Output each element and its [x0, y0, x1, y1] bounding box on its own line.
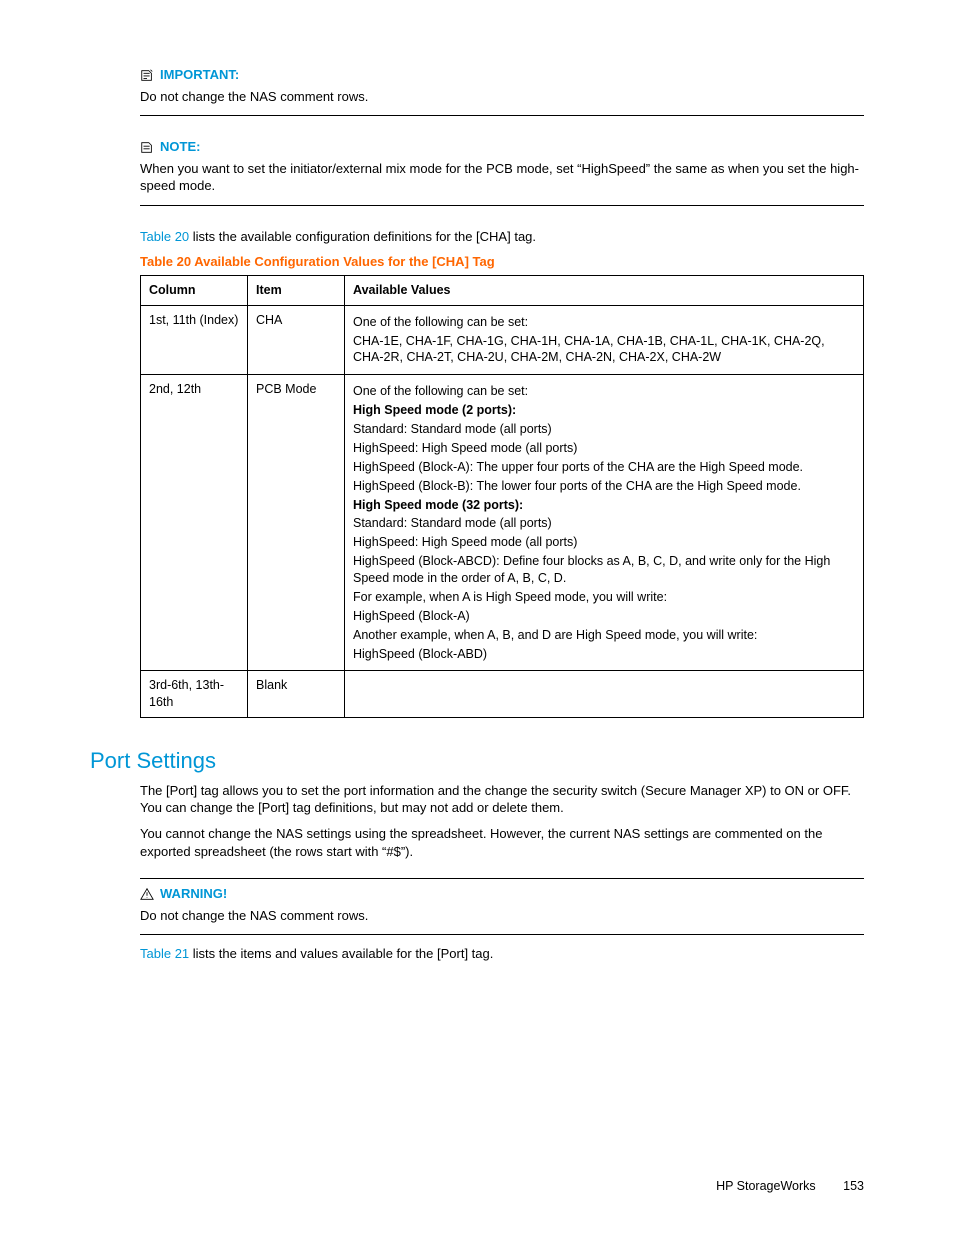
cell-line: Another example, when A, B, and D are Hi…	[353, 627, 855, 644]
cell-line: Standard: Standard mode (all ports)	[353, 515, 855, 532]
intro-paragraph: Table 21 lists the items and values avai…	[140, 945, 864, 963]
callout-title: WARNING!	[160, 885, 227, 903]
warning-icon	[140, 887, 154, 901]
page-footer: HP StorageWorks 153	[716, 1178, 864, 1195]
table-row: 1st, 11th (Index)CHAOne of the following…	[141, 305, 864, 375]
footer-text: HP StorageWorks	[716, 1179, 816, 1193]
body-paragraph: You cannot change the NAS settings using…	[140, 825, 864, 860]
callout-warning: WARNING! Do not change the NAS comment r…	[140, 885, 864, 924]
callout-body: Do not change the NAS comment rows.	[140, 907, 864, 925]
intro-rest: lists the available configuration defini…	[189, 229, 536, 244]
note-icon	[140, 140, 154, 154]
callout-body: When you want to set the initiator/exter…	[140, 160, 864, 195]
cell-line: One of the following can be set:	[353, 383, 855, 400]
table-header-row: Column Item Available Values	[141, 275, 864, 305]
section-heading-port-settings: Port Settings	[90, 746, 864, 776]
cell-values	[345, 671, 864, 718]
cell-line: HighSpeed (Block-ABD)	[353, 646, 855, 663]
body-paragraph: The [Port] tag allows you to set the por…	[140, 782, 864, 817]
col-header: Column	[141, 275, 248, 305]
table-20-caption: Table 20 Available Configuration Values …	[140, 253, 864, 271]
page-number: 153	[843, 1179, 864, 1193]
cell-line: HighSpeed (Block-A): The upper four port…	[353, 459, 855, 476]
cell-values: One of the following can be set: CHA-1E, …	[345, 305, 864, 375]
table-20-link[interactable]: Table 20	[140, 229, 189, 244]
cell-line: HighSpeed (Block-B): The lower four port…	[353, 478, 855, 495]
cell-item: CHA	[248, 305, 345, 375]
cell-line: One of the following can be set:	[353, 314, 855, 331]
divider	[140, 934, 864, 935]
callout-important: IMPORTANT: Do not change the NAS comment…	[140, 66, 864, 105]
cell-line: High Speed mode (2 ports):	[353, 402, 855, 419]
col-header: Item	[248, 275, 345, 305]
cell-line: Standard: Standard mode (all ports)	[353, 421, 855, 438]
intro-rest: lists the items and values available for…	[189, 946, 493, 961]
callout-title: NOTE:	[160, 138, 200, 156]
callout-header: IMPORTANT:	[140, 66, 864, 84]
table-21-link[interactable]: Table 21	[140, 946, 189, 961]
cell-item: Blank	[248, 671, 345, 718]
callout-title: IMPORTANT:	[160, 66, 239, 84]
cell-line: HighSpeed: High Speed mode (all ports)	[353, 534, 855, 551]
callout-header: WARNING!	[140, 885, 864, 903]
callout-header: NOTE:	[140, 138, 864, 156]
divider	[140, 115, 864, 116]
important-icon	[140, 68, 154, 82]
cell-line: CHA-1E, CHA-1F, CHA-1G, CHA-1H, CHA-1A, …	[353, 333, 855, 367]
table-row: 3rd-6th, 13th-16thBlank	[141, 671, 864, 718]
cell-line: For example, when A is High Speed mode, …	[353, 589, 855, 606]
cell-item: PCB Mode	[248, 375, 345, 671]
cell-line: HighSpeed: High Speed mode (all ports)	[353, 440, 855, 457]
cell-column: 2nd, 12th	[141, 375, 248, 671]
cell-column: 3rd-6th, 13th-16th	[141, 671, 248, 718]
cell-line: HighSpeed (Block-A)	[353, 608, 855, 625]
cell-values: One of the following can be set: High Spe…	[345, 375, 864, 671]
table-20: Column Item Available Values 1st, 11th (…	[140, 275, 864, 718]
table-row: 2nd, 12thPCB ModeOne of the following ca…	[141, 375, 864, 671]
cell-line: High Speed mode (32 ports):	[353, 497, 855, 514]
cell-line: HighSpeed (Block-ABCD): Define four bloc…	[353, 553, 855, 587]
divider	[140, 878, 864, 879]
intro-paragraph: Table 20 lists the available configurati…	[140, 228, 864, 246]
callout-note: NOTE: When you want to set the initiator…	[140, 138, 864, 195]
callout-body: Do not change the NAS comment rows.	[140, 88, 864, 106]
divider	[140, 205, 864, 206]
cell-column: 1st, 11th (Index)	[141, 305, 248, 375]
col-header: Available Values	[345, 275, 864, 305]
